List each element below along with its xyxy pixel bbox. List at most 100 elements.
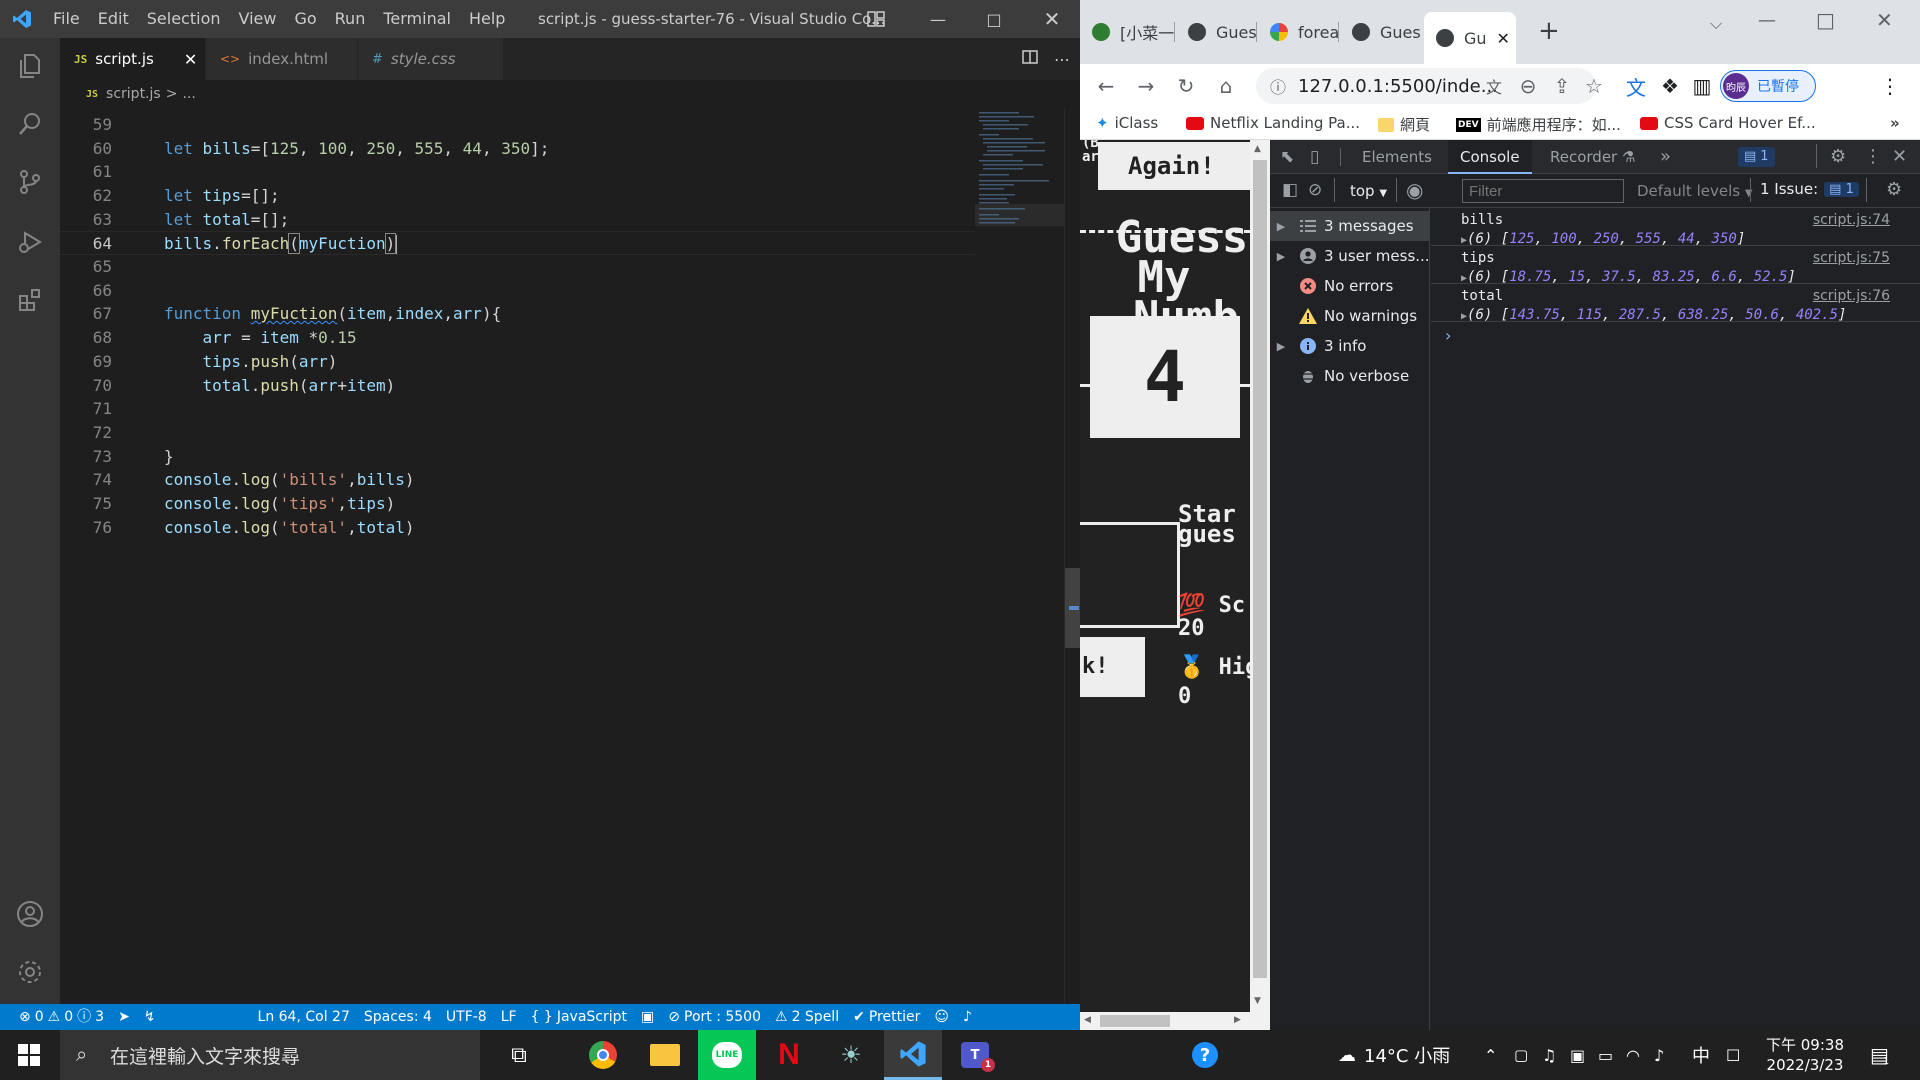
wifi-icon[interactable]: ◠ — [1626, 1030, 1640, 1080]
site-info-icon[interactable]: ⓘ — [1270, 74, 1286, 98]
help-icon[interactable]: ? — [1192, 1030, 1218, 1080]
home-icon[interactable]: ⌂ — [1212, 72, 1240, 100]
editor-scrollbar[interactable] — [1064, 108, 1080, 1004]
bookmark-item[interactable]: ✦ iClass — [1096, 114, 1158, 132]
menu-run[interactable]: Run — [326, 0, 375, 38]
explorer-icon[interactable] — [12, 48, 48, 84]
close-icon[interactable]: ✕ — [1876, 8, 1893, 32]
bookmark-folder[interactable]: 網頁 — [1378, 114, 1430, 135]
devtools-settings-icon[interactable]: ⚙ — [1830, 140, 1846, 174]
inspect-element-icon[interactable]: ⬉ — [1280, 140, 1294, 174]
expandable-array[interactable]: ▶(6) [125, 100, 250, 555, 44, 350] — [1461, 231, 1745, 247]
side-panel-icon[interactable]: ▥ — [1688, 72, 1716, 100]
scroll-thumb[interactable] — [1253, 160, 1267, 978]
page-viewport[interactable]: (Bar Again! GuessMyNumb 4 Stargues 💯 Sc … — [1080, 140, 1250, 1030]
close-devtools-icon[interactable]: ✕ — [1892, 140, 1907, 174]
volume-muted-icon[interactable]: ♪ — [1654, 1030, 1664, 1080]
end-of-line[interactable]: LF — [494, 1004, 524, 1030]
extensions-icon[interactable] — [12, 282, 48, 318]
tab-recorder[interactable]: Recorder ⚗ — [1538, 140, 1647, 174]
more-tabs-icon[interactable]: » — [1660, 140, 1671, 174]
more-actions-icon[interactable]: ⋯ — [1054, 50, 1070, 69]
clear-console-icon[interactable]: ⊘ — [1308, 180, 1322, 200]
google-translate-extension-icon[interactable]: 文 — [1622, 72, 1650, 100]
issues-badge[interactable]: ▤ 1 — [1738, 147, 1775, 167]
again-button[interactable]: Again! — [1098, 142, 1250, 190]
more-bookmarks-icon[interactable]: » — [1890, 114, 1900, 132]
expand-arrow-icon[interactable]: ▶ — [1270, 220, 1292, 233]
expandable-array[interactable]: ▶(6) [143.75, 115, 287.5, 638.25, 50.6, … — [1461, 307, 1846, 323]
live-share-icon[interactable]: ➤ — [111, 1004, 137, 1030]
taskbar-search-input[interactable]: ⌕ 在這裡輸入文字來搜尋 — [60, 1030, 480, 1080]
new-tab-icon[interactable]: + — [1538, 16, 1560, 46]
layout-icon[interactable]: ▣ — [634, 1004, 661, 1030]
bookmark-item[interactable]: CSS Card Hover Ef... — [1640, 114, 1816, 132]
expandable-array[interactable]: ▶(6) [18.75, 15, 37.5, 83.25, 6.6, 52.5] — [1461, 269, 1796, 285]
line-app-icon[interactable]: LINE — [698, 1030, 756, 1080]
tab-index-html[interactable]: <> index.html — [206, 38, 358, 80]
live-expression-eye-icon[interactable]: ◉ — [1406, 178, 1423, 202]
translate-icon[interactable]: 文 — [1480, 72, 1508, 100]
sidebar-item-verbose[interactable]: No verbose — [1270, 361, 1430, 391]
check-button[interactable]: k! — [1080, 637, 1145, 697]
teams-icon[interactable]: T1 — [946, 1030, 1004, 1080]
close-tab-icon[interactable]: ✕ — [1497, 29, 1510, 48]
guess-input[interactable] — [1080, 522, 1180, 628]
breadcrumb-symbol[interactable]: ... — [182, 86, 195, 102]
menu-go[interactable]: Go — [285, 0, 325, 38]
scroll-left-arrow-icon[interactable]: ◀ — [1084, 1015, 1091, 1025]
maximize-icon[interactable]: □ — [966, 0, 1022, 38]
issues-counter[interactable]: 1 Issue: ▤ 1 — [1760, 180, 1859, 198]
scroll-up-arrow-icon[interactable]: ▲ — [1254, 144, 1261, 154]
log-levels-dropdown[interactable]: Default levels ▼ — [1637, 182, 1753, 200]
task-view-icon[interactable]: ⧉ — [490, 1030, 548, 1080]
expand-arrow-icon[interactable]: ▶ — [1270, 250, 1292, 263]
battery-icon[interactable]: ▭ — [1598, 1030, 1613, 1080]
meet-icon[interactable]: ▢ — [1514, 1030, 1528, 1080]
indentation[interactable]: Spaces: 4 — [357, 1004, 439, 1030]
menu-terminal[interactable]: Terminal — [374, 0, 460, 38]
paint-app-icon[interactable]: ☀ — [822, 1030, 880, 1080]
bookmark-star-icon[interactable]: ☆ — [1580, 72, 1608, 100]
chrome-taskbar-icon[interactable] — [574, 1030, 632, 1080]
tab-style-css[interactable]: # style.css — [358, 38, 504, 80]
devtools-more-icon[interactable]: ⋮ — [1864, 140, 1882, 174]
scroll-thumb[interactable] — [1100, 1015, 1170, 1027]
bell-icon[interactable]: ♪ — [956, 1004, 979, 1030]
scroll-thumb[interactable] — [1065, 568, 1080, 648]
sidebar-toggle-icon[interactable]: ◧ — [1282, 180, 1298, 200]
customize-layout-icon[interactable] — [867, 10, 885, 28]
expand-arrow-icon[interactable]: ▶ — [1270, 340, 1292, 353]
breadcrumb-file[interactable]: script.js — [106, 86, 161, 102]
bookmark-item[interactable]: DEV 前端應用程序：如... — [1456, 114, 1621, 135]
back-icon[interactable]: ← — [1092, 72, 1120, 100]
menu-file[interactable]: File — [44, 0, 89, 38]
console-settings-icon[interactable]: ⚙ — [1886, 179, 1902, 200]
prettier[interactable]: ✔ Prettier — [846, 1004, 927, 1030]
weather-widget[interactable]: ☁ 14°C 小雨 — [1338, 1030, 1450, 1080]
browser-tab-active[interactable]: Gu ✕ — [1424, 12, 1516, 64]
browser-tab[interactable]: Guess — [1340, 12, 1420, 52]
feedback-icon[interactable]: ☺ — [927, 1004, 956, 1030]
microphone-icon[interactable]: ♫ — [1542, 1030, 1556, 1080]
code-editor[interactable]: 59 60 let bills=[125, 100, 250, 555, 44, … — [60, 108, 1064, 1004]
notifications-icon[interactable]: ▤ 1 — [1870, 1030, 1889, 1080]
encoding[interactable]: UTF-8 — [439, 1004, 494, 1030]
tab-elements[interactable]: Elements — [1350, 140, 1444, 174]
console-filter-input[interactable] — [1462, 179, 1624, 203]
sidebar-item-messages[interactable]: ▶ 3 messages — [1270, 211, 1430, 241]
spell-check[interactable]: ⚠ 2 Spell — [768, 1004, 846, 1030]
address-bar[interactable]: ⓘ 127.0.0.1:5500/inde... — [1256, 68, 1596, 104]
clock[interactable]: 下午 09:38 2022/3/23 — [1766, 1030, 1844, 1080]
menu-selection[interactable]: Selection — [138, 0, 230, 38]
device-toolbar-icon[interactable]: ▯ — [1310, 140, 1319, 174]
sidebar-item-warnings[interactable]: No warnings — [1270, 301, 1430, 331]
close-tab-icon[interactable]: ✕ — [184, 50, 197, 69]
close-icon[interactable]: ✕ — [1024, 0, 1080, 38]
forward-icon[interactable]: → — [1132, 72, 1160, 100]
browser-tab[interactable]: Guess — [1176, 12, 1256, 52]
menu-view[interactable]: View — [230, 0, 286, 38]
netflix-icon[interactable]: N — [760, 1030, 818, 1080]
tab-search-icon[interactable]: ⌵ — [1710, 14, 1722, 34]
log-source-link[interactable]: script.js:74 — [1813, 212, 1890, 228]
